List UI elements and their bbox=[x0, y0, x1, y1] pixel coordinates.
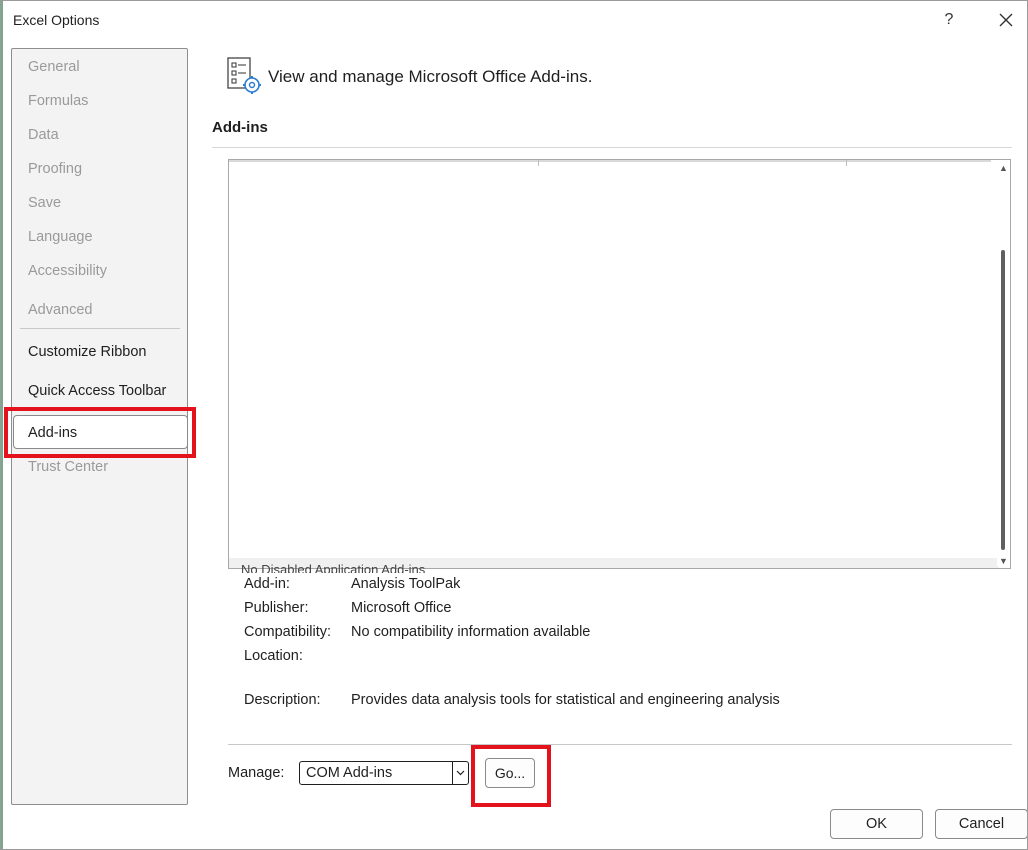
description-value: Provides data analysis tools for statist… bbox=[351, 692, 780, 708]
addins-manage-icon bbox=[227, 57, 261, 94]
sidebar-item-formulas[interactable]: Formulas bbox=[28, 93, 88, 109]
list-header bbox=[229, 160, 991, 162]
compatibility-label: Compatibility: bbox=[244, 624, 332, 640]
section-title: Add-ins bbox=[212, 119, 268, 136]
sidebar-item-data[interactable]: Data bbox=[28, 127, 59, 143]
compatibility-value: No compatibility information available bbox=[351, 624, 591, 640]
cancel-button[interactable]: Cancel bbox=[935, 809, 1027, 839]
dialog-title: Excel Options bbox=[13, 12, 100, 28]
scroll-thumb[interactable] bbox=[1001, 250, 1005, 550]
section-divider bbox=[212, 147, 1012, 148]
addin-label: Add-in: bbox=[244, 576, 290, 592]
description-label: Description: bbox=[244, 692, 321, 708]
sidebar-item-general[interactable]: General bbox=[28, 59, 80, 75]
scroll-down-arrow-icon[interactable]: ▼ bbox=[999, 557, 1008, 566]
manage-dropdown[interactable]: COM Add-ins bbox=[299, 761, 469, 785]
list-partial-row-text: No Disabled Application Add-ins bbox=[241, 563, 426, 573]
scroll-up-arrow-icon[interactable]: ▲ bbox=[999, 164, 1008, 173]
sidebar-item-trust-center[interactable]: Trust Center bbox=[28, 459, 108, 475]
sidebar-divider bbox=[20, 328, 180, 329]
ok-button[interactable]: OK bbox=[830, 809, 923, 839]
excel-options-dialog: Excel Options ? General Formulas Data Pr… bbox=[0, 0, 1028, 850]
chevron-down-icon[interactable] bbox=[452, 762, 468, 784]
sidebar-item-advanced[interactable]: Advanced bbox=[28, 302, 93, 318]
sidebar-item-proofing[interactable]: Proofing bbox=[28, 161, 82, 177]
location-label: Location: bbox=[244, 648, 303, 664]
close-button[interactable] bbox=[986, 5, 1026, 35]
publisher-label: Publisher: bbox=[244, 600, 309, 616]
sidebar-item-accessibility[interactable]: Accessibility bbox=[28, 263, 107, 279]
help-button[interactable]: ? bbox=[929, 5, 969, 35]
addins-list[interactable]: No Disabled Application Add-ins ▲ ▼ bbox=[228, 159, 1011, 573]
list-partial-row: No Disabled Application Add-ins bbox=[229, 558, 999, 573]
manage-dropdown-value: COM Add-ins bbox=[306, 765, 393, 781]
list-scrollbar[interactable]: ▲ ▼ bbox=[997, 162, 1009, 566]
publisher-value: Microsoft Office bbox=[351, 600, 452, 616]
sidebar-item-save[interactable]: Save bbox=[28, 195, 61, 211]
addin-value: Analysis ToolPak bbox=[351, 576, 461, 592]
go-highlight-box bbox=[471, 745, 551, 807]
manage-label: Manage: bbox=[228, 765, 285, 781]
window-edge bbox=[1, 1, 3, 849]
sidebar-item-customize-ribbon[interactable]: Customize Ribbon bbox=[28, 344, 146, 360]
manage-divider bbox=[228, 744, 1012, 745]
add-ins-highlight-box bbox=[4, 407, 196, 458]
sidebar-item-quick-access-toolbar[interactable]: Quick Access Toolbar bbox=[28, 383, 166, 399]
column-divider[interactable] bbox=[538, 160, 539, 166]
column-divider[interactable] bbox=[846, 160, 847, 166]
sidebar-item-language[interactable]: Language bbox=[28, 229, 93, 245]
close-icon bbox=[999, 13, 1013, 27]
page-heading: View and manage Microsoft Office Add-ins… bbox=[268, 67, 593, 86]
